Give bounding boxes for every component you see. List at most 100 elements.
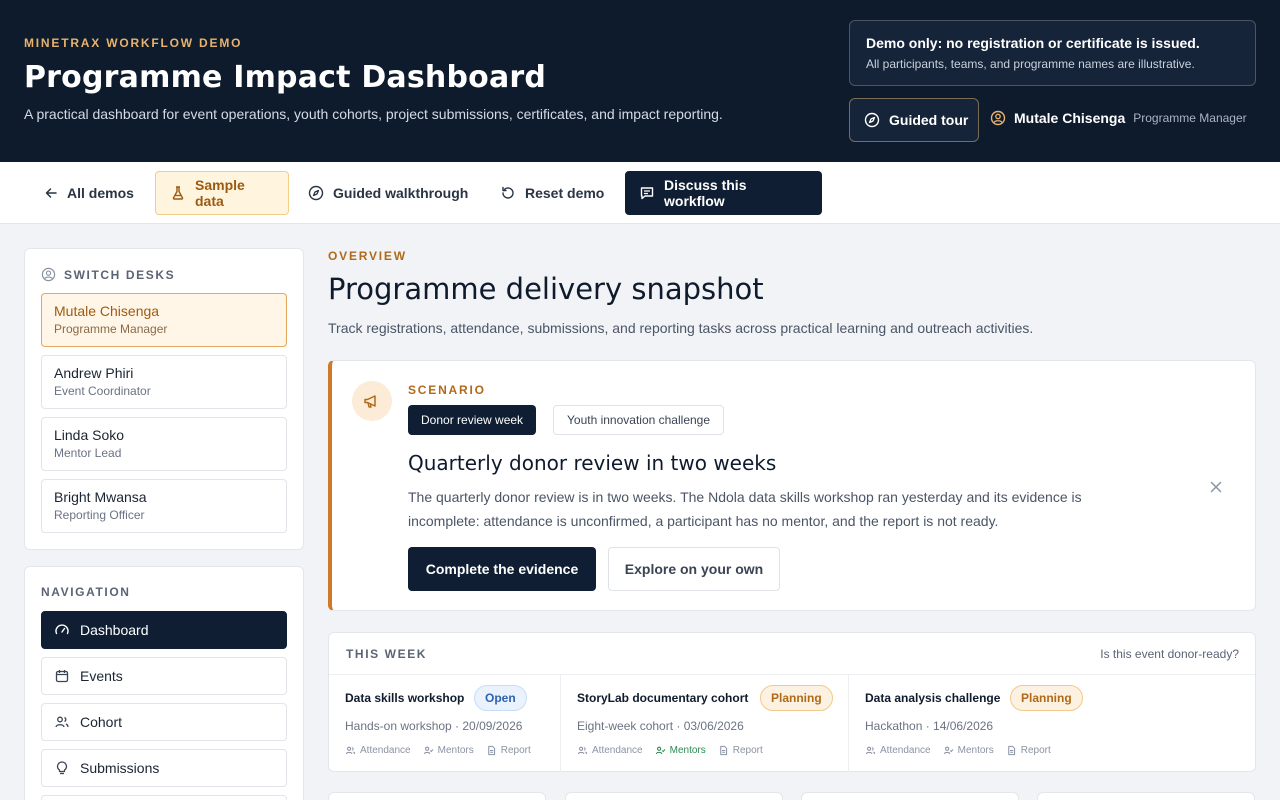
tag-label: Attendance xyxy=(592,745,643,756)
desk-item-event-coordinator[interactable]: Andrew Phiri Event Coordinator xyxy=(41,355,287,409)
this-week-panel: THIS WEEK Is this event donor-ready? Dat… xyxy=(328,632,1256,772)
switch-desks-panel: SWITCH DESKS Mutale Chisenga Programme M… xyxy=(24,248,304,550)
discuss-workflow-button[interactable]: Discuss this workflow xyxy=(625,171,822,215)
status-badge: Open xyxy=(474,685,527,711)
report-check: Report xyxy=(1006,745,1051,756)
desk-role: Mentor Lead xyxy=(54,446,122,460)
user-name: Mutale Chisenga xyxy=(1014,110,1126,126)
switch-desks-label: SWITCH DESKS xyxy=(64,267,176,282)
tag-label: Attendance xyxy=(880,745,931,756)
reset-icon xyxy=(500,185,516,201)
event-card[interactable]: StoryLab documentary cohort Planning Eig… xyxy=(560,675,848,772)
scenario-chip-donor-review[interactable]: Donor review week xyxy=(408,405,537,435)
mentors-check: Mentors xyxy=(655,745,706,756)
desk-item-programme-manager[interactable]: Mutale Chisenga Programme Manager xyxy=(41,293,287,347)
desk-name: Bright Mwansa xyxy=(54,489,147,505)
all-demos-button[interactable]: All demos xyxy=(30,171,148,215)
explore-on-own-button[interactable]: Explore on your own xyxy=(608,547,780,591)
stat-card xyxy=(328,792,546,800)
desk-role: Event Coordinator xyxy=(54,384,151,398)
tag-label: Mentors xyxy=(669,745,706,756)
nav-item-submissions[interactable]: Submissions xyxy=(41,749,287,787)
event-title: Data analysis challenge xyxy=(865,691,1001,705)
navigation-panel: NAVIGATION Dashboard Events Cohort Submi… xyxy=(24,566,304,800)
lightbulb-icon xyxy=(54,760,70,776)
scenario-kicker: SCENARIO xyxy=(408,383,486,397)
toolbar: All demos Sample data Guided walkthrough… xyxy=(0,162,1280,224)
desk-item-reporting-officer[interactable]: Bright Mwansa Reporting Officer xyxy=(41,479,287,533)
app-header: MINETRAX WORKFLOW DEMO Programme Impact … xyxy=(0,0,1280,162)
navigation-heading: NAVIGATION xyxy=(41,585,131,599)
tag-label: Report xyxy=(1020,745,1051,756)
guided-walkthrough-button[interactable]: Guided walkthrough xyxy=(294,171,482,215)
scenario-body: The quarterly donor review is in two wee… xyxy=(408,489,1082,529)
attendance-check: Attendance xyxy=(865,745,931,756)
compass-icon xyxy=(308,185,324,201)
desk-name: Mutale Chisenga xyxy=(54,303,160,319)
nav-label: Submissions xyxy=(80,760,160,776)
event-meta: Hackathon · 14/06/2026 xyxy=(865,719,994,733)
user-icon xyxy=(990,110,1006,126)
header-kicker: MINETRAX WORKFLOW DEMO xyxy=(24,36,243,50)
user-menu[interactable]: Mutale Chisenga Programme Manager xyxy=(990,110,1247,126)
event-card[interactable]: Data analysis challenge Planning Hackath… xyxy=(848,675,1256,772)
status-badge: Planning xyxy=(760,685,833,711)
tag-label: Mentors xyxy=(957,745,994,756)
stat-card xyxy=(1037,792,1255,800)
mentors-check: Mentors xyxy=(423,745,474,756)
nav-item-dashboard[interactable]: Dashboard xyxy=(41,611,287,649)
reset-demo-label: Reset demo xyxy=(525,185,605,201)
overview-description: Track registrations, attendance, submiss… xyxy=(328,320,1034,336)
event-checklist: Attendance Mentors Report xyxy=(865,745,1051,756)
close-icon[interactable] xyxy=(1206,477,1226,497)
users-icon xyxy=(577,746,588,755)
nav-label: Cohort xyxy=(80,714,123,730)
tag-label: Report xyxy=(500,745,531,756)
donor-ready-question: Is this event donor-ready? xyxy=(1100,647,1239,661)
users-icon xyxy=(54,714,70,730)
desk-name: Linda Soko xyxy=(54,427,125,443)
guided-tour-label: Guided tour xyxy=(889,112,969,128)
user-check-icon xyxy=(655,746,665,755)
this-week-heading: THIS WEEK xyxy=(346,647,428,661)
report-check: Report xyxy=(486,745,531,756)
attendance-check: Attendance xyxy=(577,745,643,756)
scenario-card: SCENARIO Donor review week Youth innovat… xyxy=(328,360,1256,611)
nav-label: Dashboard xyxy=(80,622,149,638)
calendar-icon xyxy=(54,668,70,684)
event-card[interactable]: Data skills workshop Open Hands-on works… xyxy=(329,675,560,772)
users-icon xyxy=(345,746,356,755)
desk-name: Andrew Phiri xyxy=(54,365,134,381)
sample-data-button[interactable]: Sample data xyxy=(155,171,289,215)
user-check-icon xyxy=(943,746,953,755)
desk-item-mentor-lead[interactable]: Linda Soko Mentor Lead xyxy=(41,417,287,471)
all-demos-label: All demos xyxy=(67,185,134,201)
file-icon xyxy=(1007,745,1015,756)
nav-item-more[interactable] xyxy=(41,795,287,800)
desk-role: Programme Manager xyxy=(54,322,168,336)
demo-notice-subtitle: All participants, teams, and programme n… xyxy=(866,57,1195,71)
attendance-check: Attendance xyxy=(345,745,411,756)
page-title: Programme Impact Dashboard xyxy=(24,60,547,95)
megaphone-icon xyxy=(352,381,392,421)
nav-item-cohort[interactable]: Cohort xyxy=(41,703,287,741)
report-check: Report xyxy=(718,745,763,756)
user-circle-icon xyxy=(41,267,56,282)
tag-label: Mentors xyxy=(437,745,474,756)
overview-title: Programme delivery snapshot xyxy=(328,272,764,306)
scenario-title: Quarterly donor review in two weeks xyxy=(408,451,777,475)
overview-kicker: OVERVIEW xyxy=(328,249,407,263)
header-description: A practical dashboard for event operatio… xyxy=(24,106,723,122)
event-checklist: Attendance Mentors Report xyxy=(345,745,531,756)
nav-item-events[interactable]: Events xyxy=(41,657,287,695)
arrow-left-icon xyxy=(44,186,58,200)
stat-card xyxy=(565,792,783,800)
users-icon xyxy=(865,746,876,755)
sample-data-label: Sample data xyxy=(195,177,245,209)
complete-evidence-button[interactable]: Complete the evidence xyxy=(408,547,596,591)
reset-demo-button[interactable]: Reset demo xyxy=(486,171,618,215)
tag-label: Attendance xyxy=(360,745,411,756)
scenario-chip-youth-challenge[interactable]: Youth innovation challenge xyxy=(553,405,725,435)
discuss-workflow-label: Discuss this workflow xyxy=(664,177,747,209)
guided-tour-button[interactable]: Guided tour xyxy=(849,98,979,142)
